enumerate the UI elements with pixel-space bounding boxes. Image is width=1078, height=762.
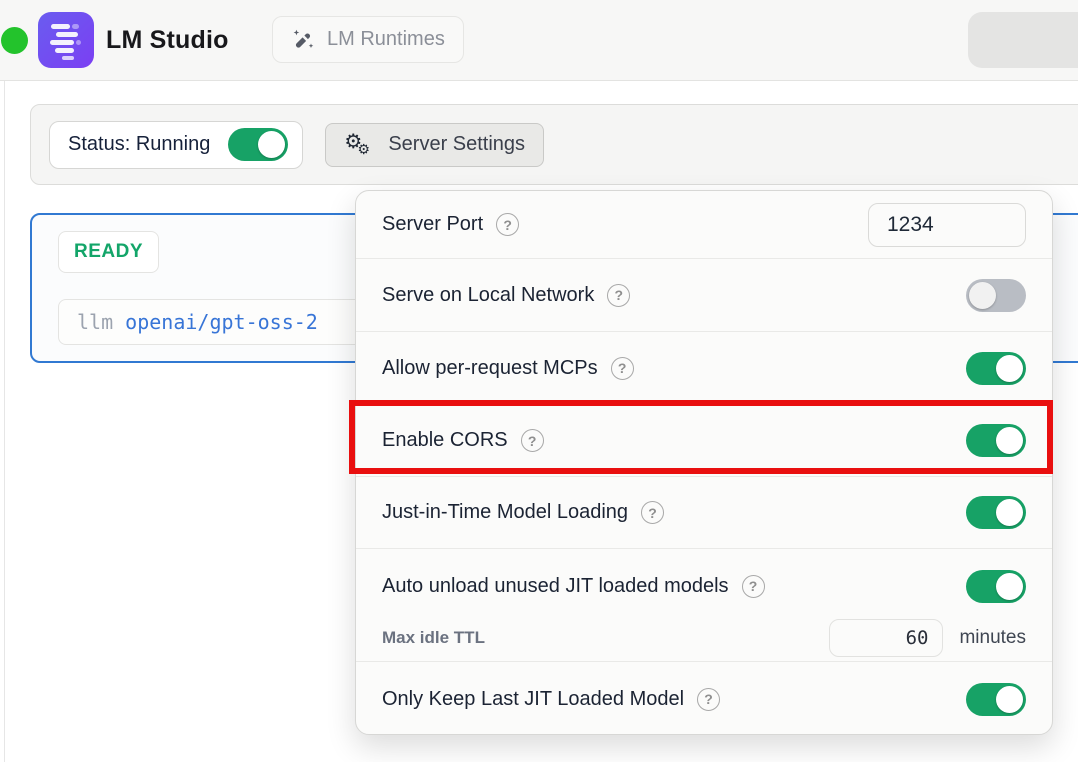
local-network-toggle[interactable] <box>966 279 1026 312</box>
auto-unload-toggle[interactable] <box>966 570 1026 603</box>
double-gear-icon: ⚙ ⚙ <box>344 130 376 160</box>
toggle-knob <box>996 355 1023 382</box>
toggle-knob <box>996 427 1023 454</box>
help-icon[interactable]: ? <box>641 501 664 524</box>
server-settings-popover: Server Port ? Serve on Local Network ? A… <box>355 190 1053 735</box>
enable-cors-toggle[interactable] <box>966 424 1026 457</box>
server-toolbar: Status: Running ⚙ ⚙ Server Settings <box>30 104 1078 185</box>
lm-runtimes-button[interactable]: LM Runtimes <box>272 16 464 63</box>
setting-label: Enable CORS <box>382 429 508 452</box>
keep-last-jit-toggle[interactable] <box>966 683 1026 716</box>
help-icon[interactable]: ? <box>496 213 519 236</box>
toggle-knob <box>969 282 996 309</box>
server-status-label: Status: Running <box>68 133 210 156</box>
toggle-knob <box>996 573 1023 600</box>
setting-label: Server Port <box>382 213 483 236</box>
magic-wand-icon <box>291 27 316 52</box>
model-identifier-link[interactable]: openai/gpt-oss-2 <box>125 310 318 334</box>
window-traffic-light-green[interactable] <box>1 27 28 54</box>
setting-label: Only Keep Last JIT Loaded Model <box>382 688 684 711</box>
settings-row-local-network: Serve on Local Network ? <box>356 258 1052 331</box>
help-icon[interactable]: ? <box>521 429 544 452</box>
jit-loading-toggle[interactable] <box>966 496 1026 529</box>
command-prefix: llm <box>77 310 113 334</box>
max-idle-ttl-input[interactable] <box>829 619 943 657</box>
settings-row-keep-last-jit: Only Keep Last JIT Loaded Model ? <box>356 661 1052 735</box>
toggle-knob <box>996 686 1023 713</box>
setting-label: Allow per-request MCPs <box>382 357 598 380</box>
server-port-input[interactable] <box>868 203 1026 247</box>
setting-label: Auto unload unused JIT loaded models <box>382 575 729 598</box>
settings-row-jit-loading: Just-in-Time Model Loading ? <box>356 476 1052 548</box>
setting-label: Serve on Local Network <box>382 284 594 307</box>
setting-label: Just-in-Time Model Loading <box>382 501 628 524</box>
lm-runtimes-label: LM Runtimes <box>327 28 445 51</box>
ttl-unit-label: minutes <box>959 627 1026 649</box>
lm-studio-logo-icon <box>38 12 94 68</box>
window-left-edge-divider <box>4 81 5 762</box>
settings-row-auto-unload: Auto unload unused JIT loaded models ? M… <box>356 548 1052 661</box>
ready-status-badge: READY <box>58 231 159 273</box>
settings-row-server-port: Server Port ? <box>356 191 1052 258</box>
toggle-knob <box>258 131 285 158</box>
server-settings-button[interactable]: ⚙ ⚙ Server Settings <box>325 123 544 167</box>
server-settings-label: Server Settings <box>388 133 525 156</box>
help-icon[interactable]: ? <box>611 357 634 380</box>
settings-row-per-request-mcps: Allow per-request MCPs ? <box>356 331 1052 404</box>
settings-row-enable-cors: Enable CORS ? <box>356 404 1052 476</box>
server-status-box: Status: Running <box>49 121 303 169</box>
topbar: LM Studio LM Runtimes <box>0 0 1078 81</box>
app-title: LM Studio <box>106 0 229 80</box>
topbar-right-control[interactable] <box>968 12 1078 68</box>
help-icon[interactable]: ? <box>697 688 720 711</box>
toggle-knob <box>996 499 1023 526</box>
help-icon[interactable]: ? <box>607 284 630 307</box>
help-icon[interactable]: ? <box>742 575 765 598</box>
max-idle-ttl-label: Max idle TTL <box>382 628 485 648</box>
server-status-toggle[interactable] <box>228 128 288 161</box>
per-request-mcps-toggle[interactable] <box>966 352 1026 385</box>
